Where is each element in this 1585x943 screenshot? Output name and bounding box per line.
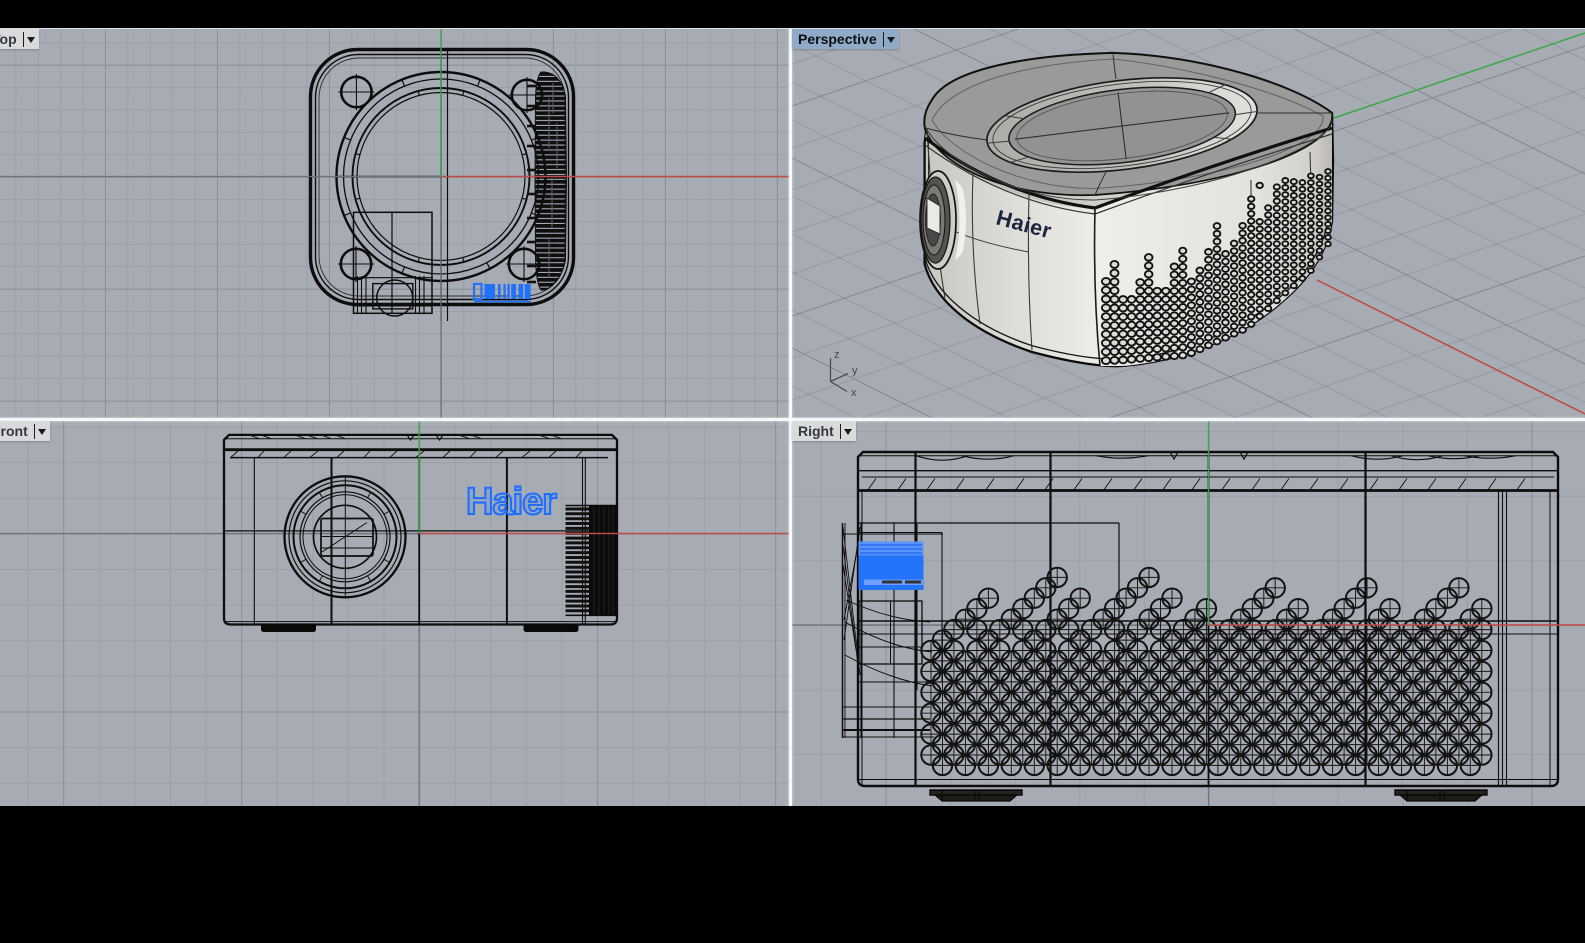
svg-text:Haier: Haier (466, 481, 557, 523)
svg-text:y: y (852, 365, 858, 377)
svg-text:z: z (834, 349, 840, 361)
svg-text:x: x (851, 387, 857, 399)
